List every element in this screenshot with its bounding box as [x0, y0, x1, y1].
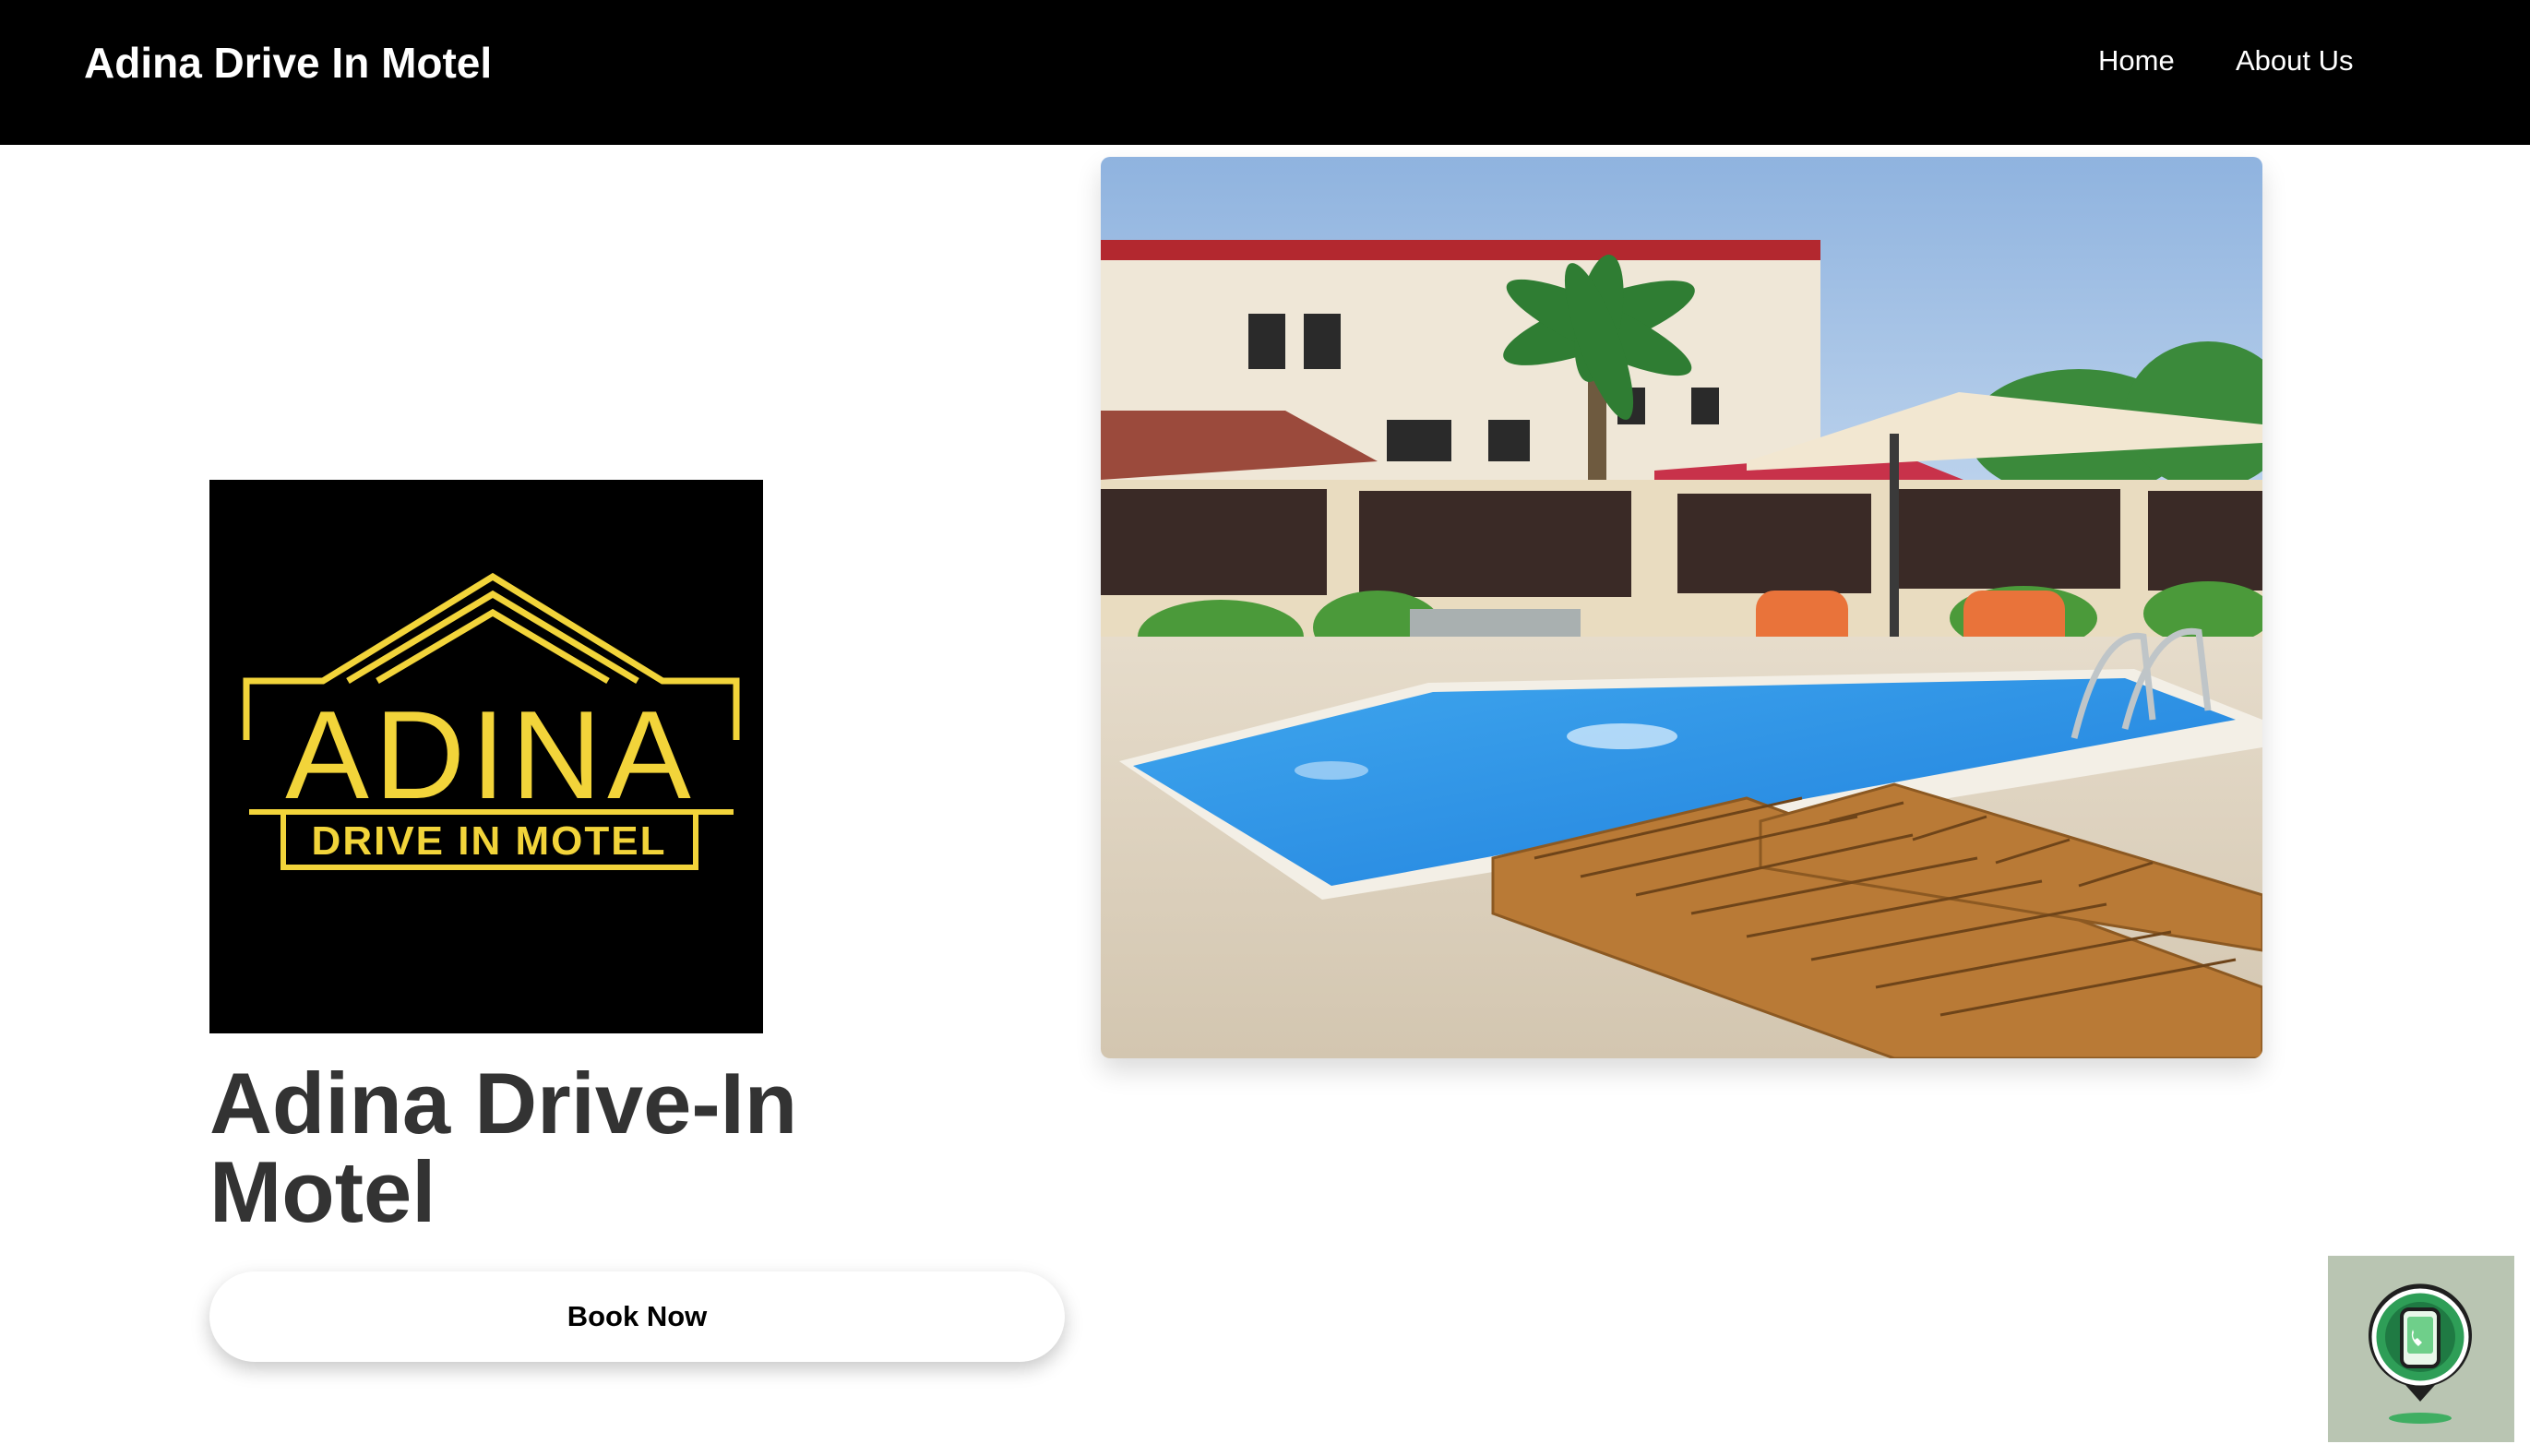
- top-navbar: Adina Drive In Motel Home About Us: [0, 0, 2530, 145]
- phone-call-icon: [2328, 1256, 2514, 1442]
- logo-tagline: DRIVE IN MOTEL: [312, 818, 667, 864]
- logo-wordmark: ADINA: [285, 685, 697, 825]
- book-now-button[interactable]: Book Now: [209, 1271, 1065, 1362]
- pool-photo: [1101, 157, 2262, 1058]
- motel-logo: ADINA DRIVE IN MOTEL: [209, 480, 763, 1033]
- nav-link-about-us[interactable]: About Us: [2236, 41, 2354, 81]
- page-title: Adina Drive-In Motel: [209, 1055, 798, 1240]
- floating-call-widget[interactable]: [2328, 1256, 2514, 1442]
- site-brand[interactable]: Adina Drive In Motel: [84, 35, 492, 90]
- nav-link-home[interactable]: Home: [2098, 41, 2175, 81]
